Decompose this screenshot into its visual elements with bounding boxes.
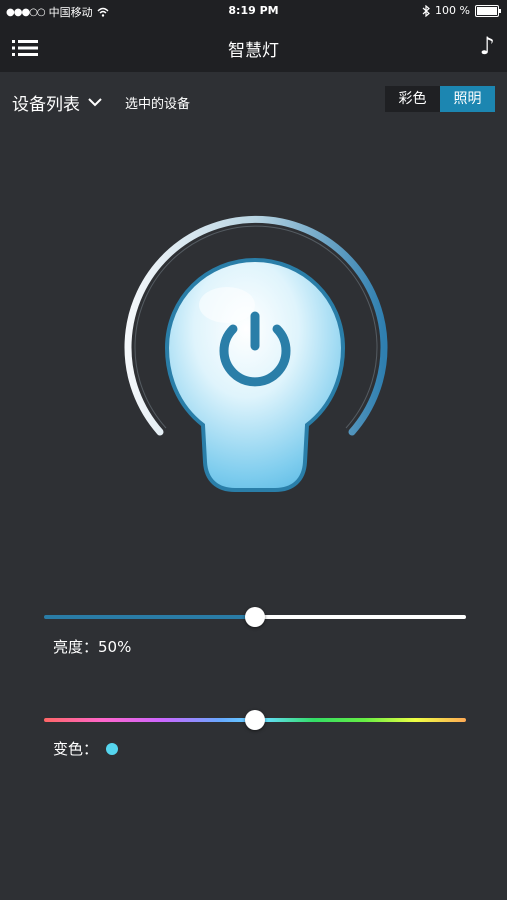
brightness-label-row: 亮度：50% [53, 636, 131, 657]
color-label: 变色： [53, 740, 99, 758]
bulb-icon[interactable] [164, 257, 346, 492]
battery-percent: 100 % [435, 4, 470, 17]
mode-segmented-control: 彩色 照明 [385, 86, 495, 112]
chevron-down-icon [88, 98, 102, 107]
color-label-row: 变色： [53, 738, 119, 759]
mode-lighting-tab[interactable]: 照明 [440, 86, 495, 112]
status-bar: ●●●○○ 中国移动 8:19 PM 100 % [0, 0, 507, 22]
mode-color-tab[interactable]: 彩色 [385, 86, 440, 112]
selected-device-label: 选中的设备 [125, 97, 191, 112]
brightness-label: 亮度：50% [53, 638, 132, 656]
color-slider[interactable] [44, 710, 466, 730]
bulb-power-control [115, 210, 395, 500]
current-color-swatch [106, 742, 119, 755]
device-row: 设备列表 选中的设备 彩色 照明 [0, 72, 507, 128]
color-slider-thumb[interactable] [245, 710, 265, 730]
battery-icon [475, 4, 501, 17]
music-note-icon[interactable]: ♪ [480, 32, 495, 60]
bluetooth-icon [422, 4, 430, 17]
brightness-slider[interactable] [44, 607, 466, 627]
bulb-graphic [124, 215, 388, 492]
brightness-slider-thumb[interactable] [245, 607, 265, 627]
nav-bar: 智慧灯 ♪ [0, 22, 507, 72]
page-title: 智慧灯 [228, 41, 279, 61]
brightness-track-filled [44, 615, 255, 619]
status-right: 100 % [422, 4, 501, 17]
device-list-dropdown[interactable]: 设备列表 [12, 90, 102, 115]
brightness-track-empty [255, 615, 466, 619]
device-list-label: 设备列表 [12, 95, 80, 115]
